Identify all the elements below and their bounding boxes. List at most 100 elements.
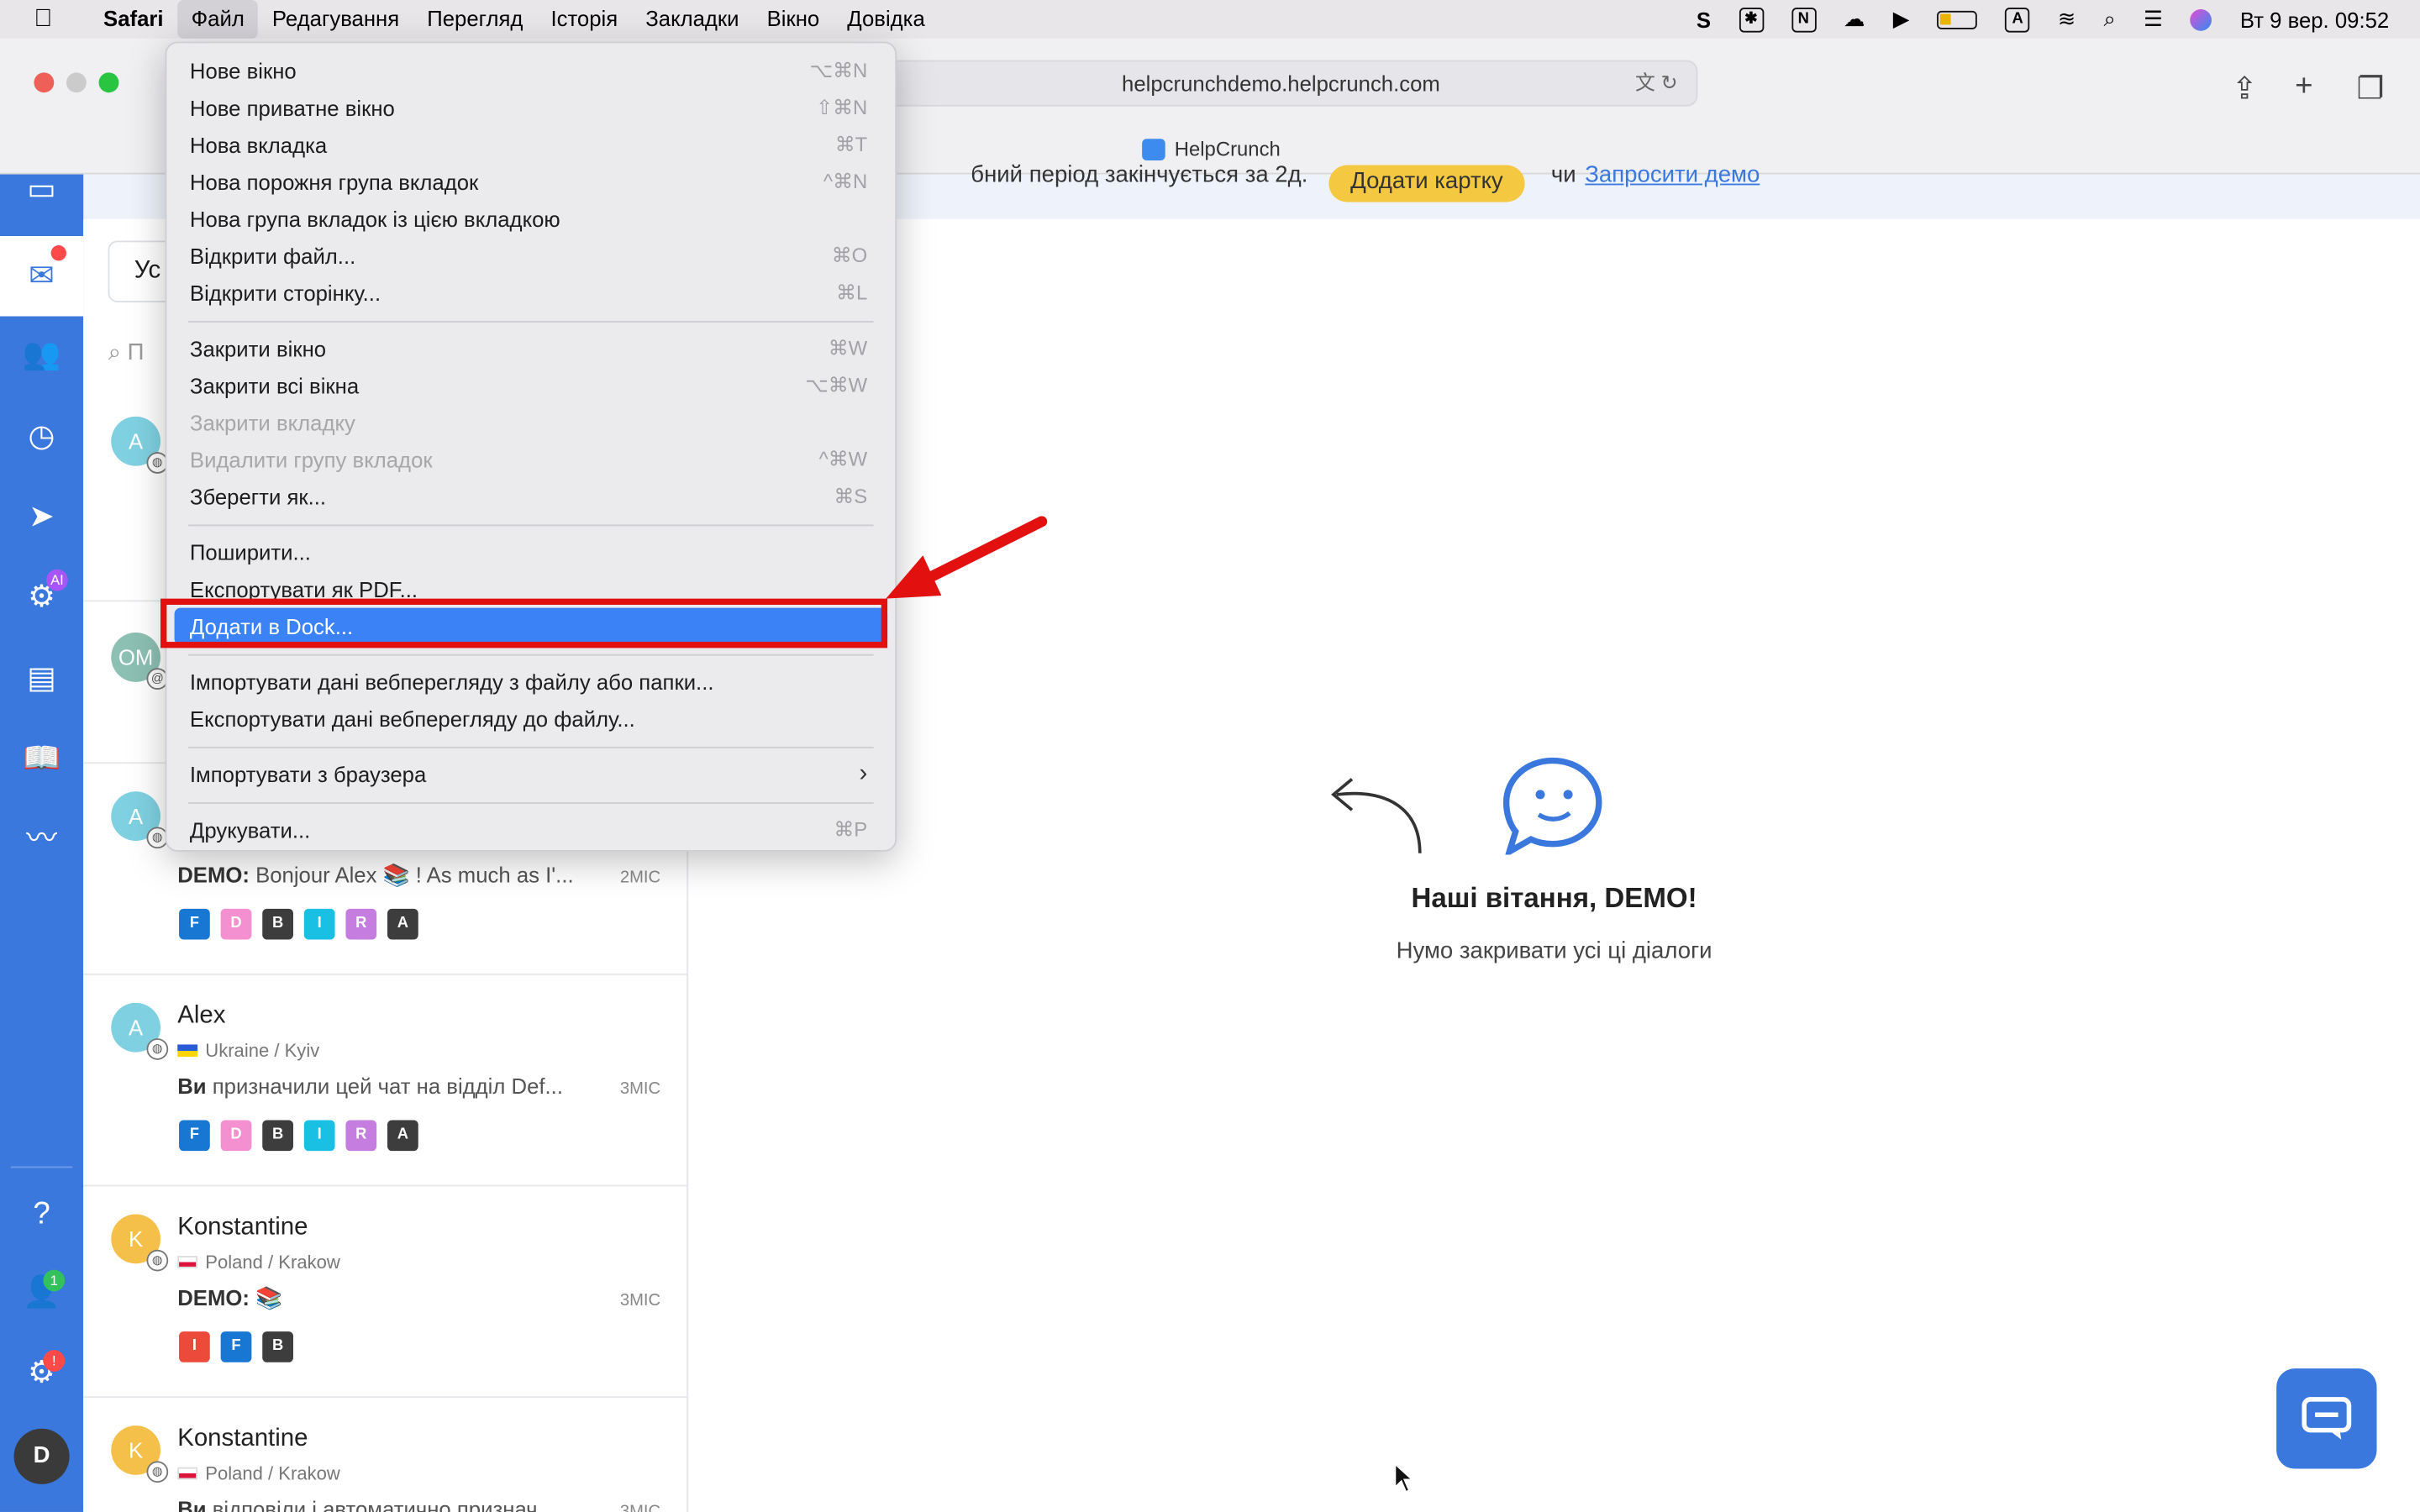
menubar-item-bookmarks[interactable]: Закладки xyxy=(632,0,753,39)
tag-chip[interactable]: I xyxy=(303,908,335,940)
menu-item-close-tab: Закрити вкладку xyxy=(175,404,888,441)
siri-icon[interactable] xyxy=(2191,8,2212,30)
status-cloud-icon[interactable]: ☁ xyxy=(1844,6,1865,32)
empty-state-panel: Наші вітання, DEMO! Нумо закривати усі ц… xyxy=(688,219,2420,1512)
settings-gear-icon[interactable]: ⚙! xyxy=(0,1342,83,1404)
menu-item-export-browsing-data-to-file[interactable]: Експортувати дані вебперегляду до файлу.… xyxy=(175,701,888,738)
menu-item-new-tab[interactable]: Нова вкладка ⌘T xyxy=(175,127,888,164)
tag-chip[interactable]: B xyxy=(262,1331,293,1362)
history-clock-icon[interactable]: ◷ xyxy=(0,406,83,467)
close-window-button[interactable] xyxy=(34,72,55,93)
help-question-icon[interactable]: ? xyxy=(0,1184,83,1245)
tag-chip[interactable]: B xyxy=(262,1120,293,1152)
conversation-search[interactable]: ⌕ П xyxy=(108,339,145,365)
menubar-item-history[interactable]: Історія xyxy=(537,0,632,39)
tag-chip[interactable]: F xyxy=(220,1331,252,1362)
helpcrunch-favicon-icon xyxy=(1142,138,1165,160)
address-bar[interactable]: helpcrunchdemo.helpcrunch.com 文 ↻ xyxy=(864,60,1698,107)
contact-location: Ukraine / Kyiv xyxy=(177,1040,319,1062)
menu-separator xyxy=(188,654,874,656)
knowledge-base-book-icon[interactable]: 📖 xyxy=(0,728,83,790)
menubar-item-view[interactable]: Перегляд xyxy=(413,0,537,39)
reports-pulse-icon[interactable]: 〰 xyxy=(0,808,83,869)
tag-chip[interactable]: I xyxy=(179,1331,210,1362)
menu-item-close-window[interactable]: Закрити вікно ⌘W xyxy=(175,330,888,367)
widget-icon[interactable]: ▤ xyxy=(0,648,83,709)
status-gear-icon[interactable]: ✱ xyxy=(1739,7,1764,32)
keyboard-layout-icon[interactable]: A xyxy=(2005,7,2030,32)
tag-chip[interactable]: D xyxy=(220,908,252,940)
list-item[interactable]: A ◍ Alex Ukraine / Kyiv Ви призначили цей… xyxy=(83,975,689,1187)
play-icon[interactable]: ▶ xyxy=(1893,6,1910,32)
menu-item-import-browsing-data-from-file[interactable]: Імпортувати дані вебперегляду з файлу аб… xyxy=(175,664,888,701)
share-icon[interactable]: ⇪ xyxy=(2232,70,2258,108)
ai-bot-icon[interactable]: ⚙ AI xyxy=(0,566,83,627)
message-text: призначили цей чат на відділ Def... xyxy=(212,1074,563,1099)
menubar-item-file[interactable]: Файл xyxy=(177,0,259,39)
list-item[interactable]: K ◍ Konstantine Poland / Krakow Ви відпов… xyxy=(83,1398,688,1512)
zoom-window-button[interactable] xyxy=(98,72,119,93)
menu-item-save-as[interactable]: Зберегти як... ⌘S xyxy=(175,478,888,515)
add-card-button[interactable]: Додати картку xyxy=(1328,165,1525,202)
battery-icon xyxy=(1937,9,1978,29)
contacts-icon[interactable]: 👥 xyxy=(0,324,83,386)
helpcrunch-logo-icon[interactable]: ▭ xyxy=(0,159,83,220)
menubar-item-edit[interactable]: Редагування xyxy=(258,0,413,39)
menu-item-open-file[interactable]: Відкрити файл... ⌘O xyxy=(175,238,888,275)
send-icon[interactable]: ➤ xyxy=(0,486,83,548)
menubar-clock[interactable]: Вт 9 вер. 09:52 xyxy=(2240,7,2389,31)
menubar-app-name[interactable]: Safari xyxy=(90,0,178,39)
file-menu-dropdown: Нове вікно ⌥⌘N Нове приватне вікно ⇧⌘N Нова … xyxy=(165,41,897,852)
tag-chip[interactable]: F xyxy=(179,1120,210,1152)
notion-icon[interactable]: N xyxy=(1791,7,1816,32)
tab-overview-icon[interactable]: ❐ xyxy=(2357,70,2385,108)
tag-chip[interactable]: R xyxy=(345,908,377,940)
tag-chip[interactable]: I xyxy=(303,1120,335,1152)
menu-item-close-all-windows[interactable]: Закрити всі вікна ⌥⌘W xyxy=(175,367,888,404)
menu-item-share[interactable]: Поширити... xyxy=(175,533,888,570)
tag-chip[interactable]: D xyxy=(220,1120,252,1152)
menu-item-new-window[interactable]: Нове вікно ⌥⌘N xyxy=(175,52,888,89)
wifi-icon[interactable]: ≋ xyxy=(2058,6,2076,32)
tag-chip[interactable]: F xyxy=(179,908,210,940)
active-tab[interactable]: HelpCrunch xyxy=(1142,137,1281,160)
apple-icon[interactable]:  xyxy=(34,5,65,33)
message-time: 3МІС xyxy=(620,1503,660,1512)
menu-item-label: Видалити групу вкладок xyxy=(189,447,433,473)
spotlight-search-icon[interactable]: ⌕ xyxy=(2104,6,2116,32)
last-message: Ви відповіли і автоматично признач... xyxy=(177,1497,555,1512)
new-tab-plus-icon[interactable]: + xyxy=(2295,70,2312,105)
contact-location-text: Poland / Krakow xyxy=(205,1251,340,1273)
user-avatar[interactable]: D xyxy=(13,1428,70,1484)
control-center-icon[interactable]: ☰ xyxy=(2144,6,2163,32)
agents-icon[interactable]: 👤 1 xyxy=(0,1262,83,1323)
menu-item-label: Імпортувати з браузера xyxy=(189,762,427,787)
tag-chip[interactable]: R xyxy=(345,1120,377,1152)
list-item[interactable]: K ◍ Konstantine Poland / Krakow DEMO: 📚 3… xyxy=(83,1186,689,1399)
menu-item-new-tab-group-with-tab[interactable]: Нова група вкладок із цією вкладкою xyxy=(175,201,888,238)
message-text: 📚 xyxy=(255,1284,283,1310)
tag-chip[interactable]: A xyxy=(387,908,418,940)
status-s-icon[interactable]: S xyxy=(1697,7,1711,31)
menubar-item-help[interactable]: Довідка xyxy=(834,0,939,39)
tag-chip[interactable]: B xyxy=(262,908,293,940)
menu-item-shortcut: ⌘W xyxy=(828,336,868,360)
contact-location: Poland / Krakow xyxy=(177,1252,340,1273)
contact-name: Alex xyxy=(177,1002,226,1030)
menu-item-new-private-window[interactable]: Нове приватне вікно ⇧⌘N xyxy=(175,90,888,127)
menubar-item-window[interactable]: Вікно xyxy=(753,0,834,39)
tag-chip[interactable]: A xyxy=(387,1120,418,1152)
request-demo-link[interactable]: Запросити демо xyxy=(1585,162,1760,188)
menu-item-print[interactable]: Друкувати... ⌘P xyxy=(175,811,888,848)
minimize-window-button[interactable] xyxy=(66,72,87,93)
message-text: Bonjour Alex 📚 ! As much as I'... xyxy=(255,862,574,888)
menu-item-new-empty-tab-group[interactable]: Нова порожня група вкладок ^⌘N xyxy=(175,164,888,201)
chat-widget-button[interactable] xyxy=(2276,1368,2377,1469)
menu-item-open-location[interactable]: Відкрити сторінку... ⌘L xyxy=(175,275,888,312)
app-sidebar: ▭ ✉ 👥 ◷ ➤ ⚙ AI ▤ 📖 〰 ? 👤 1 ⚙! D xyxy=(0,173,84,1512)
inbox-icon[interactable]: ✉ xyxy=(0,236,84,317)
menu-item-label: Друкувати... xyxy=(189,817,311,843)
menu-item-import-from-browser[interactable]: Імпортувати з браузера › xyxy=(175,756,888,793)
tag-row: IFB xyxy=(179,1331,293,1362)
translate-reload-icon[interactable]: 文 ↻ xyxy=(1635,61,1678,104)
